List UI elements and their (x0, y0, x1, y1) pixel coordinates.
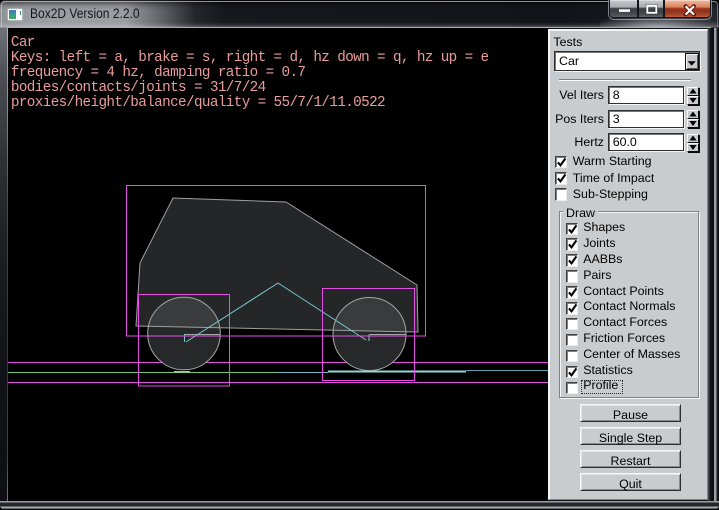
svg-text:Car: Car (11, 35, 35, 51)
svg-text:proxies/height/balance/quality: proxies/height/balance/quality = 55/7/1/… (11, 95, 385, 111)
svg-text:bodies/contacts/joints = 31/7/: bodies/contacts/joints = 31/7/24 (11, 80, 266, 96)
svg-text:frequency = 4 hz, damping rati: frequency = 4 hz, damping ratio = 0.7 (11, 65, 306, 81)
svg-text:Keys: left = a, brake = s, rig: Keys: left = a, brake = s, right = d, hz… (11, 50, 489, 66)
